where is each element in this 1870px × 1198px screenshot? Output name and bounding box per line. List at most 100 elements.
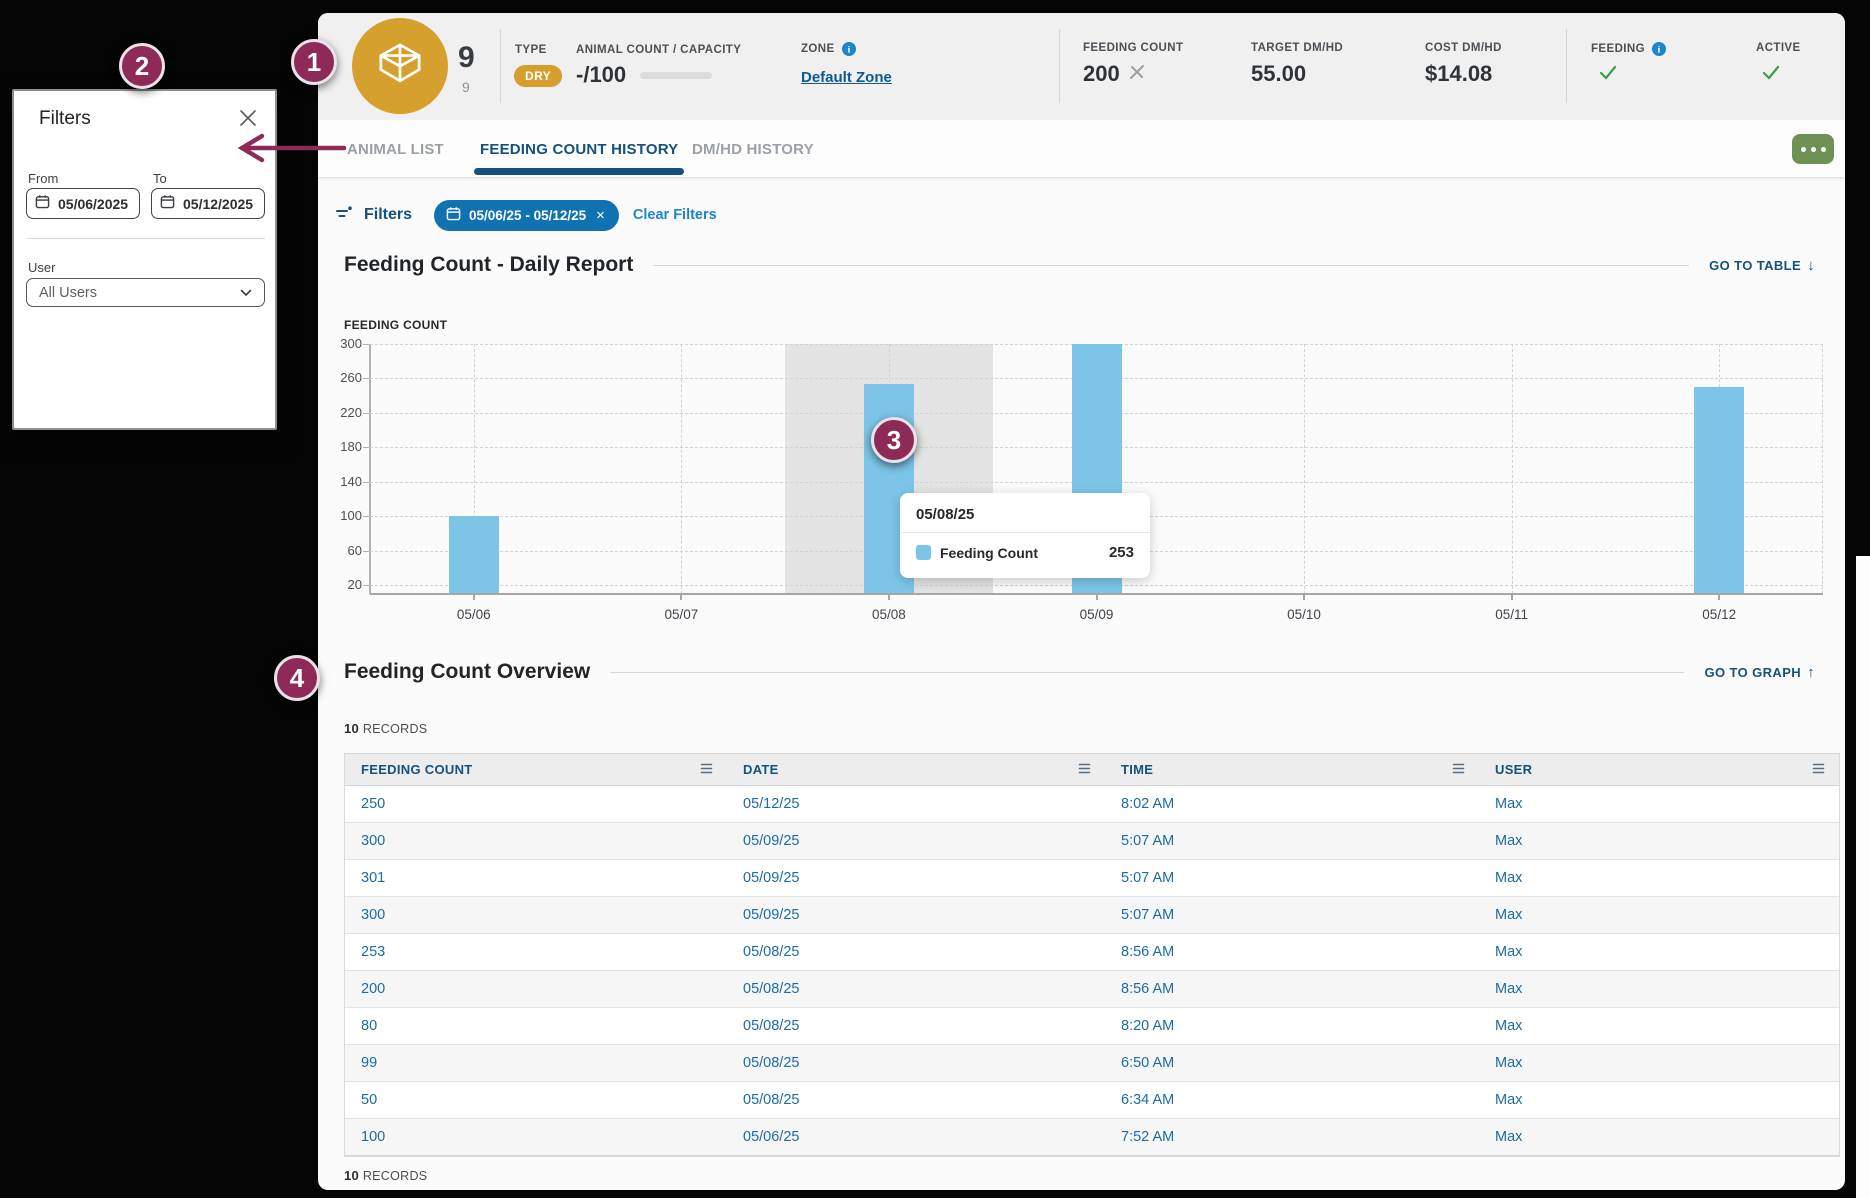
x-tick-label: 05/07: [641, 607, 721, 622]
x-tick-label: 05/10: [1264, 607, 1344, 622]
tooltip-value: 253: [1109, 544, 1134, 561]
column-menu-icon[interactable]: [1452, 762, 1465, 777]
x-tick-mark: [1303, 595, 1305, 600]
go-to-table-link[interactable]: GO TO TABLE↓: [1709, 257, 1815, 274]
cost-dm-label: COST DM/HD: [1425, 42, 1502, 54]
feeding-check-icon: [1597, 63, 1619, 83]
cell-user: Max: [1479, 860, 1839, 896]
feeding-count-chart: FEEDING COUNT 2060100140180220260300 05/…: [318, 318, 1845, 653]
cell-date: 05/08/25: [727, 1008, 1105, 1044]
calendar-icon: [35, 194, 50, 214]
table-row: 30005/09/255:07 AMMax: [345, 823, 1839, 860]
x-tick-label: 05/11: [1472, 607, 1552, 622]
gridline-vertical: [1304, 344, 1305, 594]
cell-user: Max: [1479, 1082, 1839, 1118]
y-tick-label: 300: [322, 336, 362, 351]
y-tick-label: 140: [322, 474, 362, 489]
info-icon[interactable]: i: [842, 42, 856, 56]
to-date-field[interactable]: [151, 188, 265, 219]
chart-tooltip: 05/08/25 Feeding Count 253: [900, 493, 1150, 578]
table-row: 25305/08/258:56 AMMax: [345, 934, 1839, 971]
cell-time: 8:56 AM: [1105, 934, 1479, 970]
from-label: From: [28, 171, 58, 186]
cost-dm-value: $14.08: [1425, 61, 1492, 87]
graph-section-title: Feeding Count - Daily Report: [344, 253, 633, 277]
filter-icon: [335, 205, 353, 226]
feeding-disabled-icon: [1127, 62, 1147, 87]
column-header-user[interactable]: USER: [1479, 754, 1839, 785]
cell-feeding-count: 250: [345, 786, 727, 822]
cell-time: 6:50 AM: [1105, 1045, 1479, 1081]
cell-user: Max: [1479, 1119, 1839, 1155]
x-tick-mark: [1718, 595, 1720, 600]
graph-section-header: Feeding Count - Daily Report GO TO TABLE…: [344, 253, 1815, 277]
svg-text:i: i: [1658, 46, 1661, 56]
pen-details-panel: 9 9 TYPE DRY ANIMAL COUNT / CAPACITY -/1…: [318, 13, 1845, 1190]
cell-feeding-count: 99: [345, 1045, 727, 1081]
arrow-down-icon: ↓: [1807, 257, 1815, 274]
tab-animal-list[interactable]: ANIMAL LIST: [347, 120, 444, 178]
default-zone-link[interactable]: Default Zone: [801, 69, 892, 86]
table-row: 25005/12/258:02 AMMax: [345, 786, 1839, 823]
column-header-feeding-count[interactable]: FEEDING COUNT: [345, 754, 727, 785]
info-icon[interactable]: i: [1652, 42, 1666, 56]
cell-time: 6:34 AM: [1105, 1082, 1479, 1118]
x-tick-mark: [888, 595, 890, 600]
table-row: 9905/08/256:50 AMMax: [345, 1045, 1839, 1082]
to-date-input[interactable]: [183, 196, 265, 212]
table-row: 20005/08/258:56 AMMax: [345, 971, 1839, 1008]
table-row: 8005/08/258:20 AMMax: [345, 1008, 1839, 1045]
feeding-count-bar[interactable]: [449, 516, 499, 594]
table-row: 5005/08/256:34 AMMax: [345, 1082, 1839, 1119]
column-menu-icon[interactable]: [700, 762, 713, 777]
cell-user: Max: [1479, 1008, 1839, 1044]
svg-text:i: i: [847, 46, 850, 56]
cell-feeding-count: 253: [345, 934, 727, 970]
cell-feeding-count: 301: [345, 860, 727, 896]
feeding-count-label: FEEDING COUNT: [1083, 42, 1183, 54]
column-menu-icon[interactable]: [1812, 762, 1825, 777]
go-to-graph-link[interactable]: GO TO GRAPH↑: [1704, 664, 1815, 681]
close-icon[interactable]: [235, 105, 261, 131]
from-date-input[interactable]: [58, 196, 140, 212]
tab-dm-hd-history[interactable]: DM/HD HISTORY: [692, 120, 814, 178]
cell-user: Max: [1479, 934, 1839, 970]
active-check-icon: [1760, 63, 1782, 83]
tooltip-series-label: Feeding Count: [940, 545, 1038, 561]
more-actions-button[interactable]: [1792, 134, 1834, 164]
column-header-date[interactable]: DATE: [727, 754, 1105, 785]
user-select-value: All Users: [39, 285, 97, 301]
cell-user: Max: [1479, 971, 1839, 1007]
x-tick-label: 05/06: [434, 607, 514, 622]
to-label: To: [153, 171, 167, 186]
clear-filters-link[interactable]: Clear Filters: [633, 207, 717, 223]
table-body: 25005/12/258:02 AMMax30005/09/255:07 AMM…: [345, 786, 1839, 1156]
x-tick-mark: [680, 595, 682, 600]
table-row: 30105/09/255:07 AMMax: [345, 860, 1839, 897]
from-date-field[interactable]: [26, 188, 140, 219]
series-swatch: [916, 545, 931, 560]
x-tick-mark: [1511, 595, 1513, 600]
column-menu-icon[interactable]: [1078, 762, 1091, 777]
table-section-title: Feeding Count Overview: [344, 660, 590, 684]
chip-close-icon[interactable]: ×: [596, 207, 605, 224]
cell-date: 05/09/25: [727, 897, 1105, 933]
feeding-count-bar[interactable]: [1694, 387, 1744, 594]
table-header-row: FEEDING COUNTDATETIMEUSER: [345, 754, 1839, 786]
y-tick-label: 20: [322, 577, 362, 592]
cell-time: 5:07 AM: [1105, 897, 1479, 933]
scrollbar-track[interactable]: [1856, 556, 1870, 1198]
tab-feeding-count-history[interactable]: FEEDING COUNT HISTORY: [480, 120, 678, 178]
user-select[interactable]: All Users: [26, 278, 265, 307]
arrow-up-icon: ↑: [1807, 664, 1815, 681]
cell-time: 8:02 AM: [1105, 786, 1479, 822]
y-tick-label: 260: [322, 370, 362, 385]
table-row: 30005/09/255:07 AMMax: [345, 897, 1839, 934]
cell-feeding-count: 300: [345, 897, 727, 933]
cell-date: 05/08/25: [727, 1082, 1105, 1118]
column-header-time[interactable]: TIME: [1105, 754, 1479, 785]
cell-user: Max: [1479, 897, 1839, 933]
cell-date: 05/08/25: [727, 1045, 1105, 1081]
date-range-chip[interactable]: 05/06/25 - 05/12/25 ×: [434, 200, 619, 231]
animal-count-value: -/100: [576, 62, 626, 88]
